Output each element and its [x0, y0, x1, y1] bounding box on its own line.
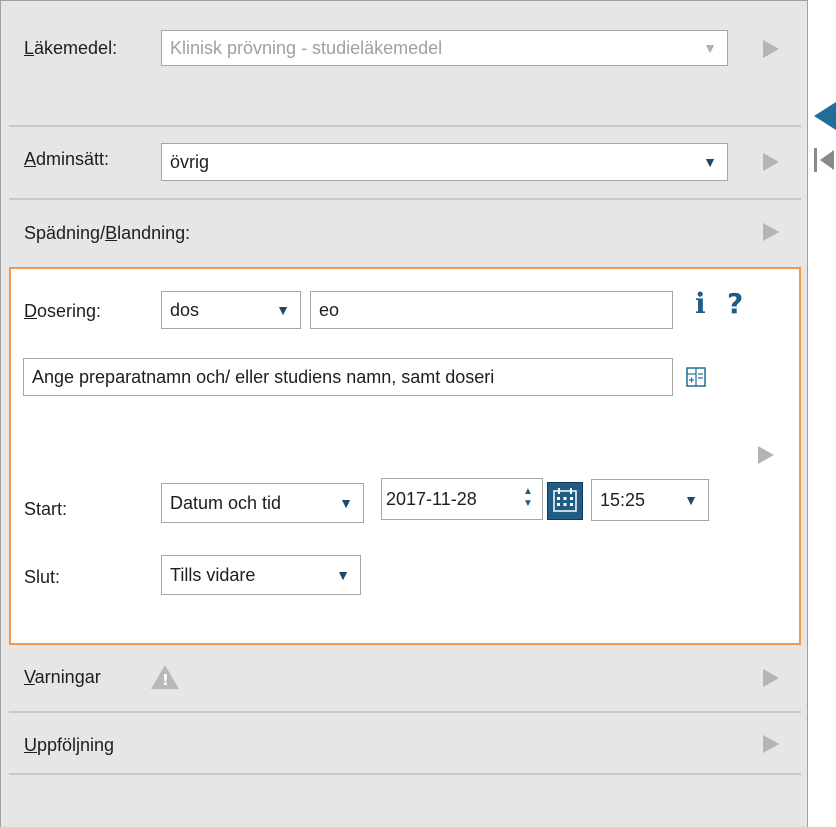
expand-text-icon[interactable] — [686, 367, 706, 387]
medicine-label: Läkemedel: — [24, 38, 118, 58]
expand-admin-arrow-icon[interactable] — [763, 153, 779, 171]
expand-dosage-arrow-icon[interactable] — [758, 446, 774, 464]
chevron-down-icon: ▼ — [703, 40, 717, 56]
spin-up-icon[interactable]: ▲ — [523, 487, 533, 497]
divider — [9, 773, 801, 775]
divider — [9, 711, 801, 713]
dilution-label[interactable]: Spädning/Blandning: — [24, 223, 190, 244]
start-mode-select[interactable]: Datum och tid ▼ — [161, 483, 364, 523]
chevron-down-icon: ▼ — [339, 495, 353, 511]
prescription-panel: Läkemedel: Klinisk prövning - studieläke… — [0, 0, 808, 827]
expand-followup-arrow-icon[interactable] — [763, 735, 779, 753]
dosage-label: Dosering: — [24, 301, 102, 321]
expand-warnings-arrow-icon[interactable] — [763, 669, 779, 687]
dosage-instruction-input[interactable]: Ange preparatnamn och/ eller studiens na… — [23, 358, 673, 396]
dosage-amount-value: eo — [319, 299, 340, 320]
divider — [9, 198, 801, 200]
end-mode-select[interactable]: Tills vidare ▼ — [161, 555, 361, 595]
expand-medicine-arrow-icon[interactable] — [763, 40, 779, 58]
followup-label[interactable]: Uppföljning — [24, 735, 114, 756]
admin-value: övrig — [170, 151, 210, 172]
end-label: Slut: — [24, 567, 61, 587]
info-icon[interactable]: i — [695, 287, 706, 320]
expand-dilution-arrow-icon[interactable] — [763, 223, 779, 241]
calendar-icon — [553, 488, 577, 512]
end-mode-value: Tills vidare — [170, 564, 256, 585]
medicine-value: Klinisk prövning - studieläkemedel — [170, 37, 443, 58]
start-date-input[interactable]: 2017-11-28 — [381, 478, 543, 520]
dosage-amount-input[interactable]: eo — [310, 291, 673, 329]
help-icon[interactable]: ? — [727, 287, 743, 320]
warnings-label[interactable]: Varningar — [24, 667, 101, 688]
chevron-down-icon: ▼ — [336, 567, 350, 583]
admin-label: Adminsätt: — [24, 149, 110, 169]
start-date-value: 2017-11-28 — [386, 488, 477, 509]
first-page-bar — [814, 148, 817, 172]
calendar-button[interactable] — [547, 482, 583, 520]
first-page-icon[interactable] — [820, 150, 834, 170]
warning-icon — [151, 665, 179, 689]
start-time-value: 15:25 — [600, 489, 646, 510]
start-mode-value: Datum och tid — [170, 492, 282, 513]
divider — [9, 125, 801, 127]
dosage-instruction-value: Ange preparatnamn och/ eller studiens na… — [32, 366, 495, 387]
dosage-unit-value: dos — [170, 299, 200, 320]
chevron-down-icon: ▼ — [276, 302, 290, 318]
chevron-down-icon: ▼ — [684, 492, 698, 508]
dosage-unit-select[interactable]: dos ▼ — [161, 291, 301, 329]
medicine-select[interactable]: Klinisk prövning - studieläkemedel ▼ — [161, 30, 728, 66]
start-time-select[interactable]: 15:25 ▼ — [591, 479, 709, 521]
collapse-panel-icon[interactable] — [814, 102, 836, 130]
spin-down-icon[interactable]: ▼ — [523, 499, 533, 509]
start-label: Start: — [24, 499, 68, 519]
chevron-down-icon: ▼ — [703, 154, 717, 170]
admin-select[interactable]: övrig ▼ — [161, 143, 728, 181]
